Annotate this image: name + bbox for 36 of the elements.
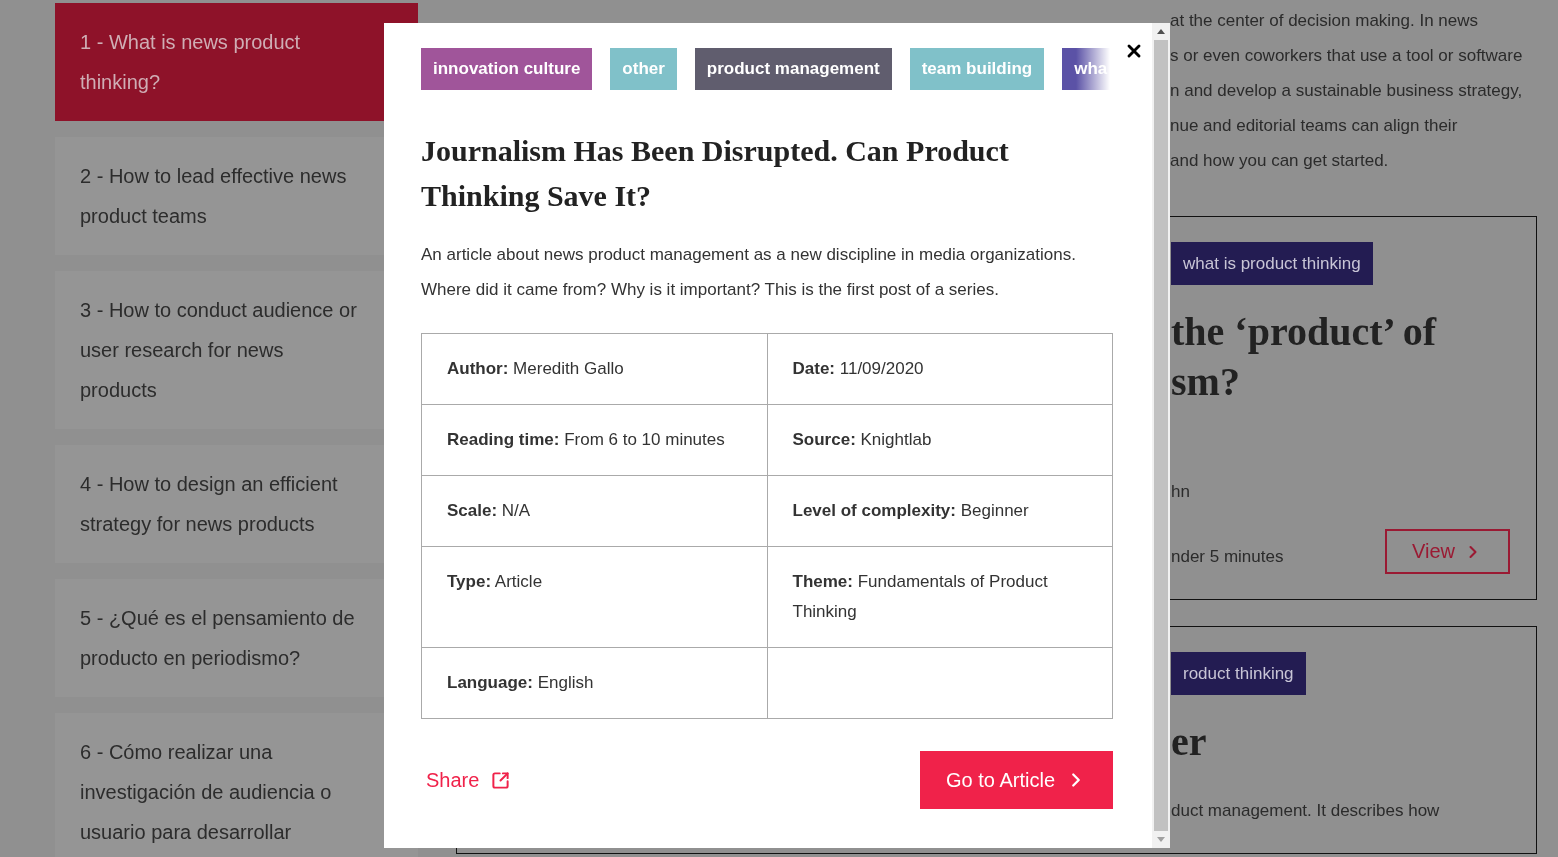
topic-tag[interactable]: what is product thinking	[1171, 242, 1373, 285]
detail-text: Date: 11/09/2020	[792, 359, 924, 378]
scroll-down-icon	[1157, 837, 1165, 842]
detail-text: Author: Meredith Gallo	[447, 359, 624, 378]
card-heading: sm?	[1171, 359, 1240, 404]
detail-text: Language: English	[447, 673, 594, 692]
go-to-article-button[interactable]: Go to Article	[920, 751, 1113, 809]
detail-text: Reading time: From 6 to 10 minutes	[447, 430, 725, 449]
article-title: Journalism Has Been Disrupted. Can Product Thinking Save It?	[421, 133, 1010, 214]
sidebar-item[interactable]: 6 - Cómo realizar una investigación de audiencia o usuario para desarrollar	[55, 713, 418, 857]
share-link[interactable]: Share	[426, 765, 511, 795]
card-heading: the ‘product’ of	[1171, 309, 1437, 354]
detail-text: Type: Article	[447, 572, 543, 591]
detail-text: Scale: N/A	[447, 501, 531, 520]
detail-text: Theme: Fundamentals of Product Thinking	[792, 572, 1048, 621]
intro-text: n and develop a sustainable business strategy,	[1170, 81, 1523, 100]
detail-text: Level of complexity: Beginner	[792, 501, 1029, 520]
card-meta: nder 5 minutes	[1171, 546, 1284, 568]
card-meta: hn	[1171, 481, 1190, 503]
intro-text: and how you can get started.	[1170, 151, 1389, 170]
intro-text: nue and editorial teams can align their	[1170, 116, 1458, 135]
intro-text: s or even coworkers that use a tool or software	[1170, 46, 1523, 65]
topic-tag[interactable]: roduct thinking	[1171, 652, 1306, 695]
scrollbar[interactable]	[1152, 23, 1170, 848]
scrollbar-thumb[interactable]	[1154, 40, 1168, 831]
card-heading: er	[1171, 719, 1207, 764]
sidebar-item[interactable]: 1 - What is news product thinking?	[55, 3, 418, 121]
view-button[interactable]: View	[1385, 529, 1510, 574]
card-text: duct management. It describes how	[1171, 801, 1440, 820]
detail-text: Source: Knightlab	[792, 430, 932, 449]
topic-tag[interactable]: innovation culture	[421, 48, 593, 90]
topic-tag[interactable]: product management	[694, 48, 892, 90]
scroll-up-icon	[1157, 29, 1165, 34]
article-description: An article about news product management as a new discipline in media organizations. Where did it came from? Why is it important? This is the first post of a series.	[421, 244, 1077, 301]
external-link-icon	[491, 770, 511, 790]
intro-text: at the center of decision making. In news	[1170, 11, 1479, 30]
